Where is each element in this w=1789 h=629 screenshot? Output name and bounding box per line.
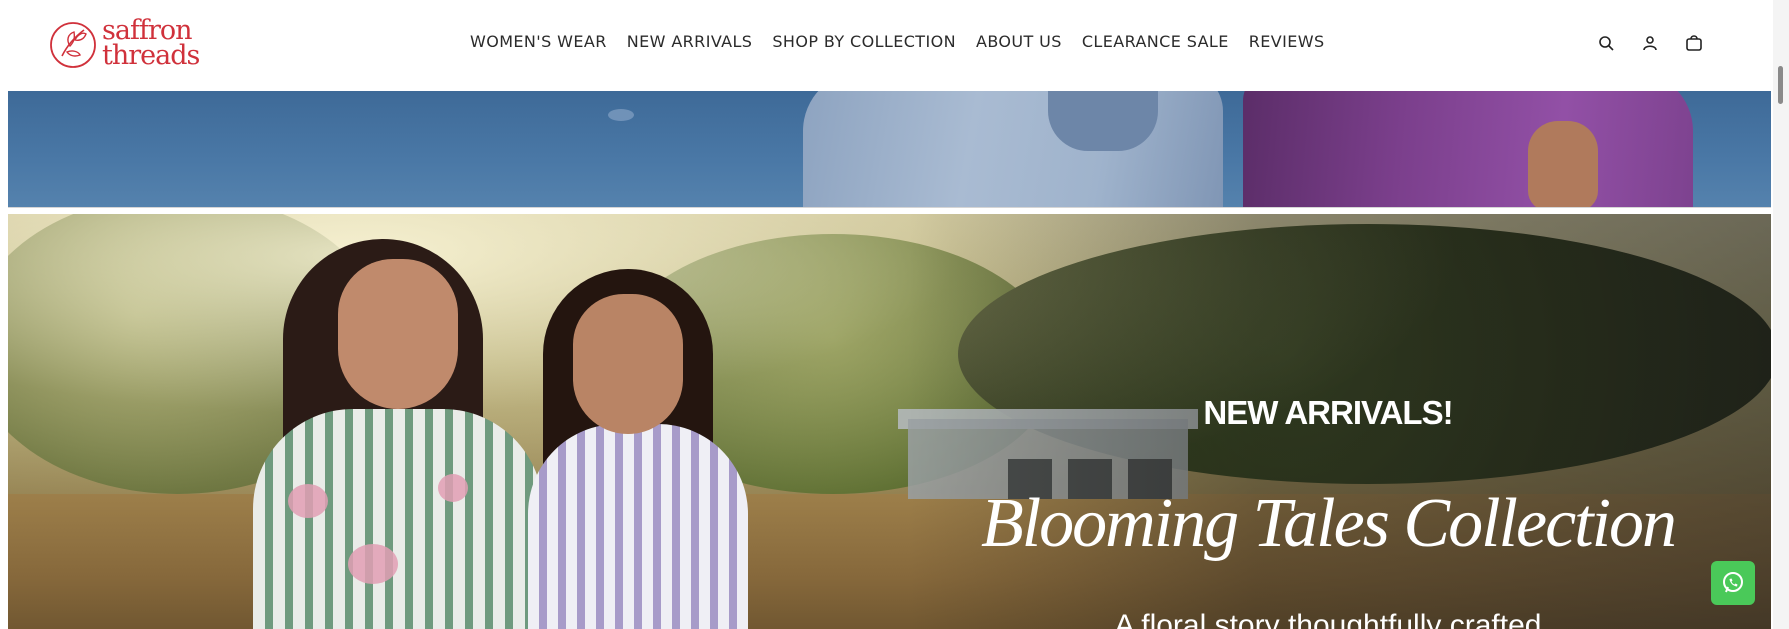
floral-print — [348, 544, 398, 584]
slide-divider — [8, 207, 1771, 214]
hero-title: Blooming Tales Collection — [980, 485, 1677, 562]
blue-dress-image — [803, 91, 1223, 207]
nav-shop-by-collection[interactable]: SHOP BY COLLECTION — [772, 32, 956, 51]
hand-image — [1528, 121, 1598, 207]
hero-kicker: NEW ARRIVALS! — [1203, 394, 1453, 431]
nav-about-us[interactable]: ABOUT US — [976, 32, 1062, 51]
brand-line-2: threads — [102, 40, 200, 71]
nav-womens-wear[interactable]: WOMEN'S WEAR — [470, 32, 607, 51]
floral-print — [438, 474, 468, 502]
whatsapp-icon — [1723, 572, 1743, 593]
whatsapp-chat-button[interactable] — [1711, 561, 1755, 605]
model-2-outfit — [528, 424, 748, 629]
search-icon[interactable] — [1596, 33, 1616, 53]
model-2-face — [573, 294, 683, 434]
purple-dress-image — [1243, 91, 1693, 207]
scrollbar-thumb[interactable] — [1778, 66, 1783, 104]
model-1-outfit — [253, 409, 543, 629]
leaf-logo-icon — [50, 22, 96, 68]
brand-wordmark: saffron threads — [102, 17, 200, 71]
account-icon[interactable] — [1640, 33, 1660, 53]
page-scrollbar[interactable] — [1773, 0, 1789, 629]
nav-clearance-sale[interactable]: CLEARANCE SALE — [1082, 32, 1229, 51]
header-actions — [1596, 33, 1704, 53]
bird-image — [608, 109, 634, 121]
arm-shape — [1048, 91, 1158, 151]
site-header: saffron threads WOMEN'S WEAR NEW ARRIVAL… — [0, 0, 1773, 91]
floral-print — [288, 484, 328, 518]
nav-reviews[interactable]: REVIEWS — [1249, 32, 1325, 51]
hero-banner[interactable]: NEW ARRIVALS! Blooming Tales Collection … — [8, 214, 1771, 629]
cart-icon[interactable] — [1684, 33, 1704, 53]
brand-logo[interactable]: saffron threads — [48, 17, 200, 72]
previous-slide-banner — [8, 91, 1771, 207]
hero-subtitle: A floral story thoughtfully crafted — [1114, 609, 1542, 629]
main-nav: WOMEN'S WEAR NEW ARRIVALS SHOP BY COLLEC… — [470, 32, 1325, 51]
nav-new-arrivals[interactable]: NEW ARRIVALS — [627, 32, 753, 51]
model-1-face — [338, 259, 458, 409]
